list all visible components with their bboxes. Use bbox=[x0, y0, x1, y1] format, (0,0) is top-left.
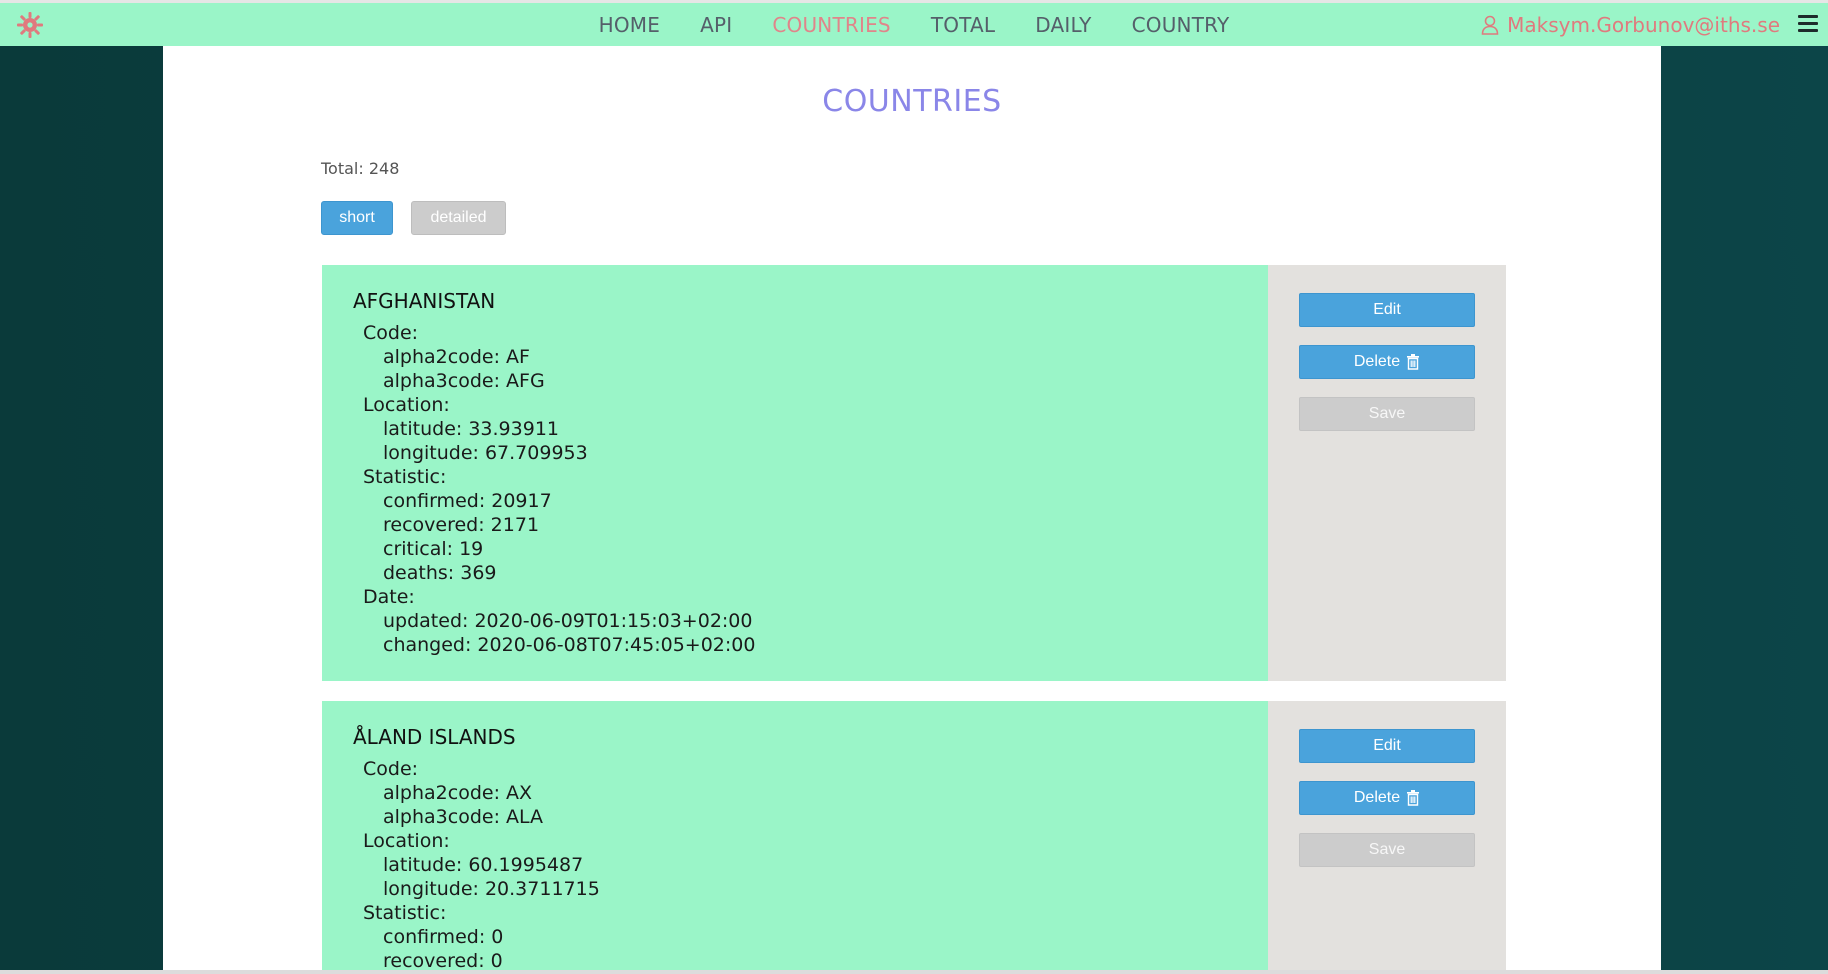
nav-home[interactable]: HOME bbox=[579, 13, 680, 37]
main-content: COUNTRIES Total: 248 short detailed AFGH… bbox=[163, 46, 1661, 974]
location-label: Location: bbox=[363, 830, 450, 852]
code-label: Code: bbox=[363, 322, 419, 344]
critical-value: critical: 19 bbox=[383, 538, 484, 560]
user-account-link[interactable]: Maksym.Gorbunov@iths.se bbox=[1481, 3, 1780, 46]
longitude-value: longitude: 20.3711715 bbox=[383, 878, 600, 900]
horizontal-scrollbar[interactable] bbox=[0, 970, 1828, 974]
statistic-label: Statistic: bbox=[363, 902, 447, 924]
country-actions: Edit Delete Save bbox=[1268, 265, 1506, 681]
longitude-value: longitude: 67.709953 bbox=[383, 442, 588, 464]
save-button[interactable]: Save bbox=[1299, 833, 1475, 867]
user-icon bbox=[1481, 15, 1499, 35]
save-label: Save bbox=[1368, 405, 1406, 422]
alpha2code-value: alpha2code: AF bbox=[383, 346, 530, 368]
changed-value: changed: 2020-06-08T07:45:05+02:00 bbox=[383, 634, 756, 656]
delete-label: Delete bbox=[1353, 353, 1401, 370]
date-label: Date: bbox=[363, 586, 415, 608]
page-title: COUNTRIES bbox=[822, 84, 1002, 119]
latitude-value: latitude: 60.1995487 bbox=[383, 854, 584, 876]
edit-button[interactable]: Edit bbox=[1299, 729, 1475, 763]
country-name: AFGHANISTAN bbox=[353, 289, 496, 313]
country-card: ÅLAND ISLANDS Code: alpha2code: AX alpha… bbox=[322, 701, 1506, 974]
country-actions: Edit Delete Save bbox=[1268, 701, 1506, 974]
nav-api[interactable]: API bbox=[680, 13, 752, 37]
confirmed-value: confirmed: 0 bbox=[383, 926, 504, 948]
nav-daily[interactable]: DAILY bbox=[1015, 13, 1111, 37]
nav-total[interactable]: TOTAL bbox=[911, 13, 1015, 37]
location-label: Location: bbox=[363, 394, 450, 416]
save-button[interactable]: Save bbox=[1299, 397, 1475, 431]
detailed-view-button[interactable]: detailed bbox=[411, 201, 506, 235]
edit-label: Edit bbox=[1373, 301, 1401, 318]
statistic-label: Statistic: bbox=[363, 466, 447, 488]
updated-value: updated: 2020-06-09T01:15:03+02:00 bbox=[383, 610, 753, 632]
delete-label: Delete bbox=[1353, 789, 1401, 806]
code-label: Code: bbox=[363, 758, 419, 780]
nav-countries[interactable]: COUNTRIES bbox=[752, 13, 910, 37]
delete-button[interactable]: Delete bbox=[1299, 345, 1475, 379]
top-navbar: HOME API COUNTRIES TOTAL DAILY COUNTRY M… bbox=[0, 0, 1828, 46]
delete-button[interactable]: Delete bbox=[1299, 781, 1475, 815]
trash-icon bbox=[1407, 354, 1420, 370]
country-name: ÅLAND ISLANDS bbox=[353, 725, 516, 749]
recovered-value: recovered: 2171 bbox=[383, 514, 540, 536]
country-card: AFGHANISTAN Code: alpha2code: AF alpha3c… bbox=[322, 265, 1506, 681]
save-label: Save bbox=[1368, 841, 1406, 858]
user-email: Maksym.Gorbunov@iths.se bbox=[1507, 12, 1780, 37]
latitude-value: latitude: 33.93911 bbox=[383, 418, 559, 440]
deaths-value: deaths: 369 bbox=[383, 562, 497, 584]
edit-button[interactable]: Edit bbox=[1299, 293, 1475, 327]
country-info: AFGHANISTAN Code: alpha2code: AF alpha3c… bbox=[322, 265, 1268, 681]
alpha2code-value: alpha2code: AX bbox=[383, 782, 533, 804]
trash-icon bbox=[1407, 790, 1420, 806]
total-count: Total: 248 bbox=[321, 159, 400, 178]
alpha3code-value: alpha3code: ALA bbox=[383, 806, 544, 828]
short-view-button[interactable]: short bbox=[321, 201, 393, 235]
nav-country[interactable]: COUNTRY bbox=[1112, 13, 1250, 37]
hamburger-menu-icon[interactable] bbox=[1798, 15, 1818, 33]
alpha3code-value: alpha3code: AFG bbox=[383, 370, 545, 392]
edit-label: Edit bbox=[1373, 737, 1401, 754]
confirmed-value: confirmed: 20917 bbox=[383, 490, 552, 512]
country-info: ÅLAND ISLANDS Code: alpha2code: AX alpha… bbox=[322, 701, 1268, 974]
